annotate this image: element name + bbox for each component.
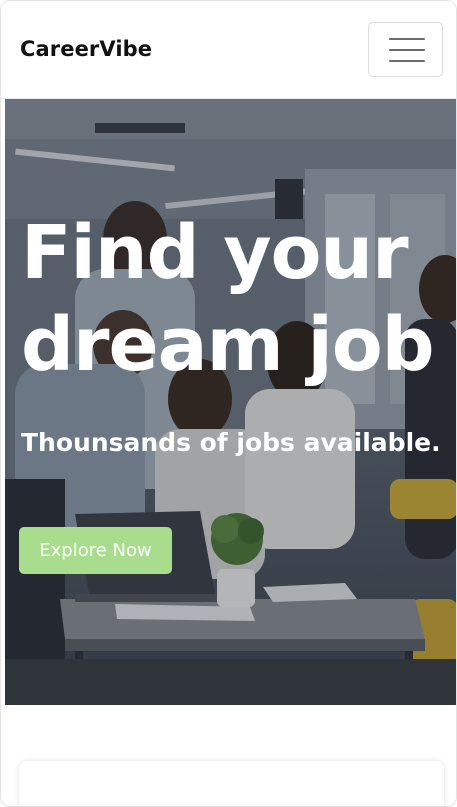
app-frame: CareerVibe Find your dream job Thounsand… — [0, 0, 457, 807]
content-card — [19, 761, 444, 806]
hero-subtitle: Thounsands of jobs available. — [21, 428, 441, 457]
menu-icon-line — [389, 49, 425, 51]
brand-logo[interactable]: CareerVibe — [20, 37, 152, 61]
menu-toggle-button[interactable] — [368, 22, 443, 77]
hero-title: Find your dream job — [21, 210, 435, 388]
hero-section: Find your dream job Thounsands of jobs a… — [5, 99, 456, 705]
menu-icon-line — [389, 38, 425, 40]
navbar: CareerVibe — [1, 1, 456, 99]
hero-overlay — [5, 99, 456, 705]
explore-now-button[interactable]: Explore Now — [19, 527, 172, 574]
menu-icon-line — [389, 60, 425, 62]
